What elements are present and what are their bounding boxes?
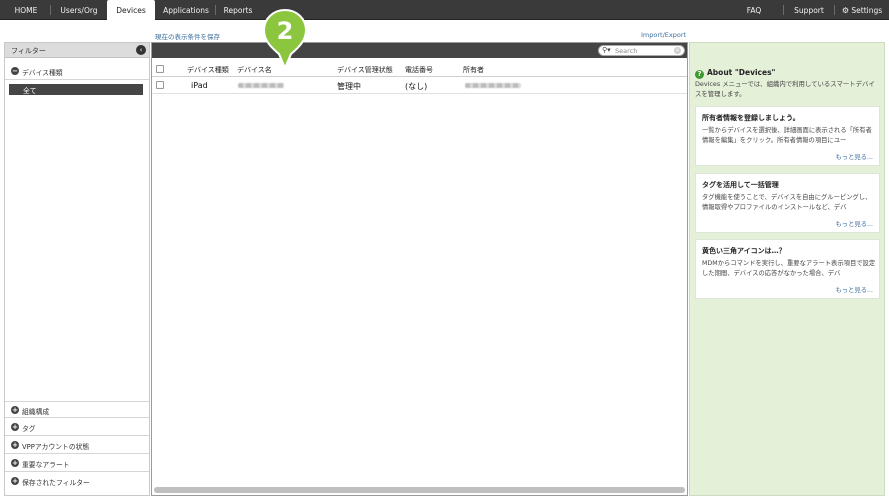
filter-section-label: 保存されたフィルター — [22, 479, 90, 487]
filter-section-vpp[interactable]: + VPPアカウントの状態 — [5, 437, 149, 454]
filter-section-label: デバイス種類 — [22, 69, 63, 77]
expand-section-icon: + — [11, 406, 19, 414]
info-title: ? About "Devices" — [695, 68, 775, 79]
cell-phone: (なし) — [405, 82, 428, 91]
read-more-link[interactable]: もっと見る... — [836, 152, 874, 161]
nav-separator — [834, 5, 835, 15]
nav-separator — [783, 5, 784, 15]
nav-separator — [215, 5, 216, 15]
filter-section-device-type[interactable]: − デバイス種類 — [5, 63, 149, 80]
save-filter-link[interactable]: 現在の表示条件を保存 — [155, 31, 220, 41]
search-icon: ⚲▾ — [602, 46, 611, 54]
import-export-link[interactable]: Import/Export — [641, 31, 686, 39]
table-header: デバイス種類 デバイス名 デバイス管理状態 電話番号 所有者 — [152, 61, 687, 77]
column-owner[interactable]: 所有者 — [463, 65, 484, 75]
filter-section-label: タグ — [22, 425, 36, 433]
filter-option-label: 全て — [23, 87, 37, 95]
tip-card: タグを活用して一括管理 タグ機能を使うことで、デバイスを自由にグルーピングし、情… — [695, 173, 880, 233]
filter-section-label: VPPアカウントの状態 — [22, 443, 90, 451]
row-checkbox[interactable] — [156, 81, 164, 89]
tip-card-title: 黄色い三角アイコンは…？ — [702, 247, 786, 255]
nav-devices[interactable]: Devices — [107, 0, 155, 21]
column-device-type[interactable]: デバイス種類 — [187, 65, 229, 75]
info-title-text: About "Devices" — [707, 68, 776, 77]
nav-settings-label: Settings — [851, 6, 883, 15]
expand-section-icon: + — [11, 423, 19, 431]
filter-section-label: 組織構成 — [22, 408, 50, 416]
filter-header-label: フィルター — [11, 47, 46, 55]
expand-section-icon: + — [11, 441, 19, 449]
nav-settings[interactable]: ⚙ Settings — [838, 0, 886, 20]
collapse-section-icon: − — [11, 67, 19, 75]
tip-card-title: 所有者情報を登録しましょう。 — [702, 114, 800, 122]
search-input[interactable]: Search — [615, 47, 637, 55]
tip-card-title: タグを活用して一括管理 — [702, 181, 779, 189]
list-toolbar: ⚲▾ Search × — [152, 43, 687, 58]
filter-sidebar: フィルター ‹ − デバイス種類 全て + 組織構成 + タグ + VPPアカウ… — [4, 42, 150, 496]
expand-section-icon: + — [11, 477, 19, 485]
collapse-sidebar-icon[interactable]: ‹ — [136, 45, 146, 55]
read-more-link[interactable]: もっと見る... — [836, 219, 874, 228]
filter-option-all[interactable]: 全て — [9, 84, 143, 95]
step-marker-icon: 2 — [262, 8, 308, 70]
nav-separator — [50, 5, 51, 15]
device-list-panel: ⚲▾ Search × デバイス種類 デバイス名 デバイス管理状態 電話番号 所… — [151, 42, 688, 496]
table-row[interactable]: iPad 管理中 (なし) — [152, 77, 687, 94]
filter-section-saved[interactable]: + 保存されたフィルター — [5, 473, 149, 490]
filter-section-tag[interactable]: + タグ — [5, 419, 149, 436]
step-marker-label: 2 — [277, 17, 294, 45]
tip-card-body: MDMからコマンドを実行し、重要なアラート表示項目で設定した期間、デバイスの応答… — [702, 260, 876, 277]
nav-support[interactable]: Support — [790, 0, 828, 20]
horizontal-scrollbar[interactable] — [154, 487, 685, 493]
gear-icon: ⚙ — [841, 6, 849, 15]
filter-section-org[interactable]: + 組織構成 — [5, 401, 149, 418]
tip-card: 所有者情報を登録しましょう。 一覧からデバイスを選択後、詳細画面に表示される「所… — [695, 106, 880, 166]
filter-section-alert[interactable]: + 重要なアラート — [5, 455, 149, 472]
search-field[interactable]: ⚲▾ Search × — [598, 45, 685, 56]
column-device-status[interactable]: デバイス管理状態 — [337, 65, 393, 75]
tip-card-body: タグ機能を使うことで、デバイスを自由にグルーピングし、情報取得やプロファイルのイ… — [702, 194, 872, 211]
filter-header: フィルター ‹ — [5, 43, 149, 58]
nav-users-org[interactable]: Users/Org — [54, 0, 104, 20]
nav-reports[interactable]: Reports — [219, 0, 257, 20]
tip-card: 黄色い三角アイコンは…？ MDMからコマンドを実行し、重要なアラート表示項目で設… — [695, 239, 880, 299]
nav-faq[interactable]: FAQ — [740, 0, 768, 20]
select-all-checkbox[interactable] — [156, 65, 164, 73]
column-phone[interactable]: 電話番号 — [405, 65, 433, 75]
help-icon: ? — [695, 70, 704, 79]
info-description: Devices メニューでは、組織内で利用しているスマートデバイスを管理します。 — [695, 80, 875, 98]
filter-section-label: 重要なアラート — [22, 461, 70, 469]
cell-owner-redacted — [465, 83, 521, 88]
tip-card-body: 一覧からデバイスを選択後、詳細画面に表示される「所有者情報を編集」をクリック。所… — [702, 127, 872, 144]
cell-device-type: iPad — [191, 81, 208, 90]
scrollbar-thumb[interactable] — [154, 487, 685, 493]
nav-applications[interactable]: Applications — [160, 0, 212, 20]
cell-device-name-redacted — [238, 83, 284, 88]
read-more-link[interactable]: もっと見る... — [836, 285, 874, 294]
top-nav: HOME Users/Org Devices Applications Repo… — [0, 0, 889, 21]
cell-device-status: 管理中 — [337, 82, 361, 91]
filter-option-area — [5, 99, 149, 436]
nav-home[interactable]: HOME — [6, 0, 46, 20]
info-panel: ? About "Devices" Devices メニューでは、組織内で利用して… — [689, 42, 885, 496]
expand-section-icon: + — [11, 459, 19, 467]
clear-search-icon[interactable]: × — [674, 47, 681, 54]
